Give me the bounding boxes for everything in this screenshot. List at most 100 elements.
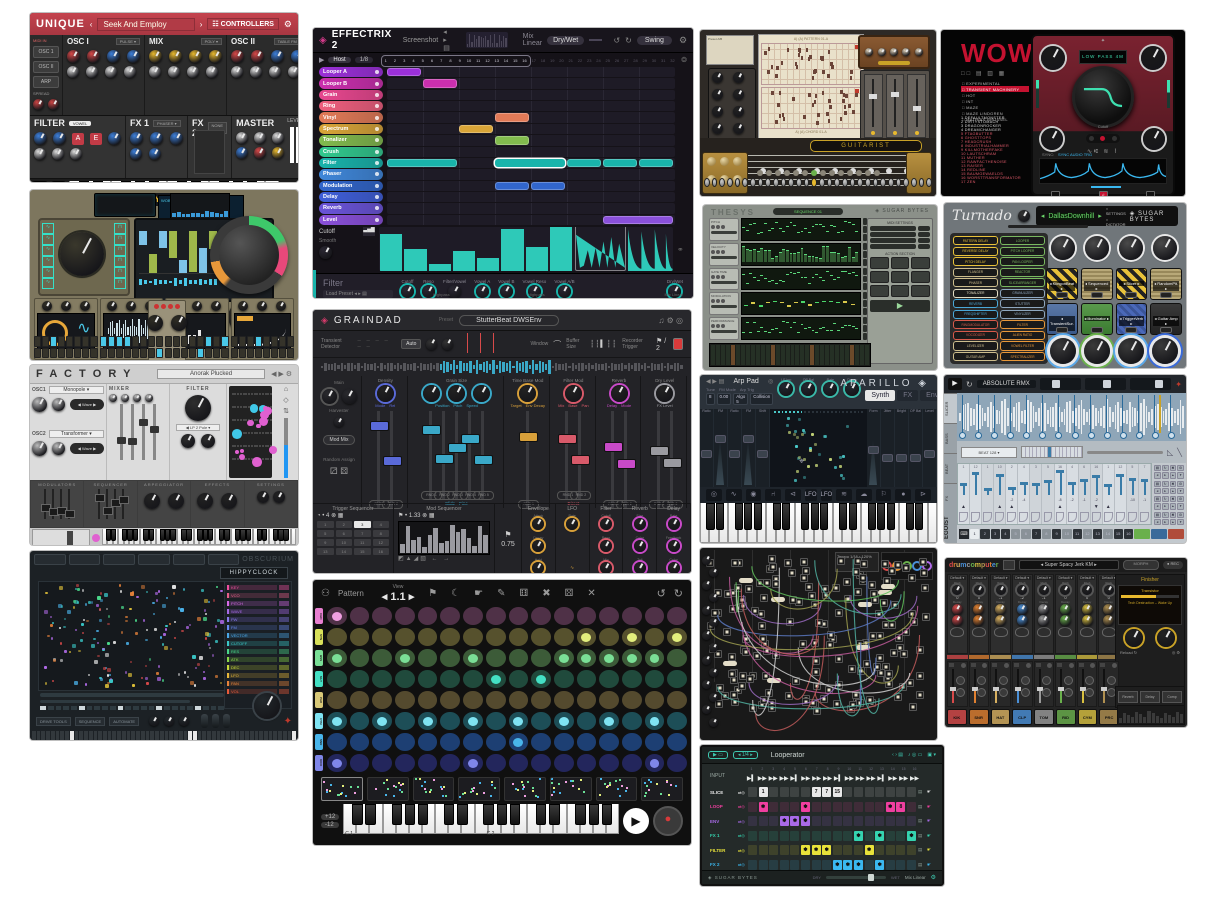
track-copy-icon[interactable]: ▤	[918, 847, 925, 853]
param-row[interactable]: FM	[227, 624, 289, 631]
step-select-button[interactable]: 15	[1114, 529, 1123, 539]
step-led[interactable]	[156, 706, 162, 710]
note-dot[interactable]	[96, 630, 99, 633]
patch-jack[interactable]	[866, 696, 874, 704]
slice-step-column[interactable]: 1	[982, 464, 994, 524]
mod-dash[interactable]	[751, 302, 755, 304]
pattern-dot[interactable]	[486, 670, 506, 688]
mixer-knob[interactable]	[133, 394, 141, 402]
param-row[interactable]: KEY	[227, 584, 289, 591]
slice-tbar-stem[interactable]	[1120, 474, 1122, 496]
string-selector-button[interactable]	[873, 178, 879, 187]
fx-step-cell[interactable]	[843, 831, 852, 841]
pedal-mini-knob[interactable]	[847, 170, 853, 176]
global-slider-handle[interactable]	[1103, 380, 1111, 388]
note-dot[interactable]	[83, 619, 86, 622]
matrix-cell-dot[interactable]	[256, 445, 258, 447]
pattern-dot[interactable]	[372, 628, 392, 646]
mini-key[interactable]	[112, 731, 116, 740]
note-dot[interactable]	[181, 630, 184, 633]
kb-step[interactable]	[761, 345, 765, 365]
module-button[interactable]: PHASER	[953, 278, 998, 287]
kb-step[interactable]	[795, 345, 799, 365]
lane-mini-knob[interactable]	[716, 275, 720, 279]
note-dot[interactable]	[192, 655, 196, 659]
lane-step[interactable]	[808, 232, 811, 237]
fx-send-knob[interactable]	[956, 676, 965, 685]
black-key[interactable]	[457, 804, 467, 825]
pedal-mini-knob[interactable]	[820, 170, 826, 176]
patch-jack[interactable]	[716, 684, 724, 692]
fader-handle[interactable]	[139, 419, 148, 426]
step-bar[interactable]	[159, 231, 167, 248]
envelope-cell[interactable]	[1140, 512, 1149, 522]
pattern-dot[interactable]	[327, 712, 347, 730]
row-tool-button[interactable]: ▸	[1162, 488, 1169, 494]
step-button[interactable]	[165, 348, 172, 359]
slice-step-column[interactable]: 5-10	[1127, 464, 1139, 524]
undo-icon[interactable]: ↺	[613, 36, 620, 45]
track-power-dot[interactable]	[375, 82, 379, 86]
module-button[interactable]: SLICEARRANGER	[1000, 278, 1045, 287]
black-key[interactable]	[754, 503, 762, 530]
patch-jack[interactable]	[852, 691, 860, 699]
pattern-step-led[interactable]	[1156, 716, 1159, 723]
sheet-note-dot[interactable]	[840, 117, 843, 121]
lane-step[interactable]	[852, 257, 855, 263]
preset-item[interactable]: 17 ZEN	[961, 180, 1033, 184]
row-tool-button[interactable]: ▤	[1154, 512, 1161, 518]
patch-jack[interactable]	[873, 663, 881, 671]
pattern-dot[interactable]	[395, 691, 415, 709]
kb-step[interactable]	[810, 345, 814, 365]
module-button[interactable]: VINYLIZER	[1000, 310, 1045, 319]
slider-handle[interactable]	[910, 454, 921, 462]
pedal-mini-knob[interactable]	[802, 170, 808, 176]
lane-step[interactable]	[760, 327, 763, 337]
pattern-dot[interactable]	[667, 733, 687, 751]
black-key[interactable]	[246, 529, 251, 541]
sheet-note-dot[interactable]	[848, 104, 851, 108]
drum-pad[interactable]: CLP	[1012, 709, 1032, 725]
note-dot[interactable]	[52, 622, 55, 625]
fx-step-cell[interactable]	[748, 802, 757, 812]
row-tool-button[interactable]: ▤	[1154, 496, 1161, 502]
footer-button[interactable]: AUTOMATE	[109, 717, 139, 726]
step-number[interactable]: 24	[594, 58, 603, 63]
note-dot[interactable]	[165, 628, 168, 631]
black-key[interactable]	[915, 503, 923, 530]
step-button[interactable]	[173, 336, 180, 347]
fx-step-cell[interactable]	[780, 860, 789, 870]
finisher-icons[interactable]: ◎ ⚙	[1172, 650, 1180, 655]
note-dot[interactable]	[99, 608, 102, 611]
string-selector-button[interactable]	[712, 178, 718, 187]
mixer-knob[interactable]	[109, 394, 117, 402]
lane-step[interactable]	[768, 250, 771, 263]
pattern-dot[interactable]	[509, 754, 529, 772]
note-dot[interactable]	[204, 609, 207, 612]
lfo-amount-knob[interactable]	[1143, 128, 1165, 150]
sub-knob[interactable]	[257, 301, 267, 311]
lane-step[interactable]	[790, 272, 793, 288]
note-dot[interactable]	[135, 619, 138, 622]
mod-fader-handle[interactable]	[422, 425, 441, 435]
sheet-note-dot[interactable]	[777, 103, 780, 107]
row-tool-button[interactable]: ▾	[1177, 472, 1184, 478]
slot-knob-top[interactable]	[1085, 236, 1109, 260]
lane-step[interactable]	[779, 252, 782, 262]
fx-step-cell[interactable]: 15	[833, 787, 842, 797]
tone-knob[interactable]	[1082, 604, 1093, 615]
mixer-fader[interactable]	[142, 404, 145, 460]
fx-step-cell[interactable]	[907, 787, 916, 797]
preset-nav[interactable]: ◂ ▸ ▤	[443, 28, 451, 52]
unique-keyboard[interactable]	[69, 181, 279, 182]
mini-key[interactable]	[127, 731, 131, 740]
sheet-note-dot[interactable]	[776, 66, 779, 70]
mini-key[interactable]	[51, 731, 55, 740]
black-key[interactable]	[405, 804, 415, 825]
pattern-dot[interactable]	[463, 754, 483, 772]
save-icon[interactable]: ◎	[768, 378, 773, 385]
sub-knob[interactable]	[211, 301, 221, 311]
editor-step-bar[interactable]	[380, 234, 402, 271]
fx-step-cell[interactable]	[769, 816, 778, 826]
step-button[interactable]	[213, 336, 220, 347]
